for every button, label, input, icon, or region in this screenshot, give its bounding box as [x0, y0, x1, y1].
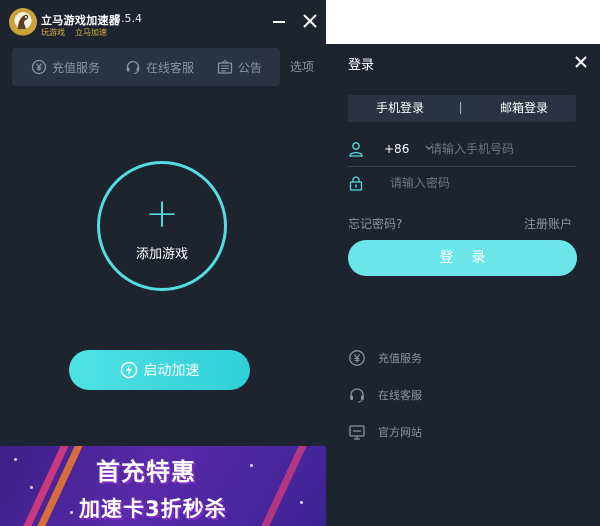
slogan-right: 立马加速 — [75, 28, 107, 37]
nav-item-notice[interactable]: 公告 — [217, 48, 262, 86]
start-label: 启动加速 — [143, 363, 200, 379]
link-website[interactable]: 官方网站 — [348, 423, 422, 441]
add-game-label: 添加游戏 — [135, 247, 188, 262]
link-service[interactable]: 在线客服 — [348, 386, 422, 404]
close-button[interactable] — [300, 11, 320, 31]
nav-bar: 充值服务 在线客服 公告 — [12, 48, 280, 86]
options-button[interactable]: 选项 — [290, 48, 314, 86]
yen-circle-icon — [348, 349, 366, 367]
nav-item-service[interactable]: 在线客服 — [125, 48, 194, 86]
tab-email-login[interactable]: 邮箱登录 — [472, 95, 576, 122]
close-icon — [303, 14, 317, 28]
login-panel: 登录 手机登录 邮箱登录 +86 忘记密码? 注册账户 登录 充值服务 — [326, 44, 600, 526]
minimize-icon — [273, 21, 285, 23]
plus-icon: + — [145, 191, 179, 237]
banner-star — [14, 458, 17, 461]
headset-icon — [125, 59, 141, 75]
register-link[interactable]: 注册账户 — [524, 215, 572, 232]
banner-star — [70, 511, 73, 514]
app-title: 立马游戏加速器 — [41, 14, 121, 27]
link-recharge[interactable]: 充值服务 — [348, 349, 422, 367]
headset-icon — [348, 386, 366, 404]
tab-phone-login[interactable]: 手机登录 — [348, 95, 452, 122]
country-code-select[interactable]: +86 — [384, 142, 409, 156]
minimize-button[interactable] — [269, 11, 289, 31]
login-title: 登录 — [348, 58, 375, 73]
close-icon — [575, 56, 587, 68]
login-close-button[interactable] — [571, 50, 591, 74]
monitor-icon — [348, 423, 366, 441]
app-slogan: 玩游戏 立马加速 — [41, 27, 117, 38]
banner-star — [30, 486, 33, 489]
banner-star — [300, 501, 303, 504]
notice-icon — [217, 59, 233, 75]
banner-subline: 加速卡3折秒杀 — [79, 497, 227, 521]
password-field — [348, 166, 576, 200]
slogan-left: 玩游戏 — [41, 28, 65, 37]
banner-headline: 首充特惠 — [96, 458, 196, 486]
phone-field: +86 — [348, 132, 576, 167]
add-game-button[interactable]: + 添加游戏 — [97, 161, 227, 291]
banner-stripe — [261, 446, 307, 526]
nav-item-recharge[interactable]: 充值服务 — [31, 48, 100, 86]
forgot-password-link[interactable]: 忘记密码? — [348, 215, 402, 232]
lock-icon — [348, 175, 364, 191]
title-bar: 立马游戏加速器 3.5.4 玩游戏 立马加速 — [0, 0, 326, 44]
lightning-icon — [120, 361, 138, 379]
main-window: 立马游戏加速器 3.5.4 玩游戏 立马加速 充值服务 在线客服 公告 选项 +… — [0, 0, 326, 526]
yen-circle-icon — [31, 59, 47, 75]
link-label: 在线客服 — [378, 389, 422, 402]
banner-star — [250, 464, 253, 467]
password-input[interactable] — [390, 173, 576, 193]
nav-item-label: 在线客服 — [146, 60, 195, 75]
nav-item-label: 充值服务 — [52, 60, 101, 75]
link-label: 充值服务 — [378, 352, 422, 365]
promo-banner[interactable]: 首充特惠 加速卡3折秒杀 — [0, 446, 326, 526]
user-icon — [348, 141, 364, 157]
horse-logo-icon — [9, 8, 37, 36]
start-acceleration-button[interactable]: 启动加速 — [69, 350, 250, 390]
tab-divider — [460, 102, 461, 114]
link-label: 官方网站 — [378, 426, 422, 439]
phone-input[interactable] — [430, 139, 576, 159]
login-button[interactable]: 登录 — [348, 240, 577, 276]
nav-item-label: 公告 — [238, 60, 263, 75]
login-tabs: 手机登录 邮箱登录 — [348, 95, 576, 122]
app-version: 3.5.4 — [114, 12, 142, 25]
